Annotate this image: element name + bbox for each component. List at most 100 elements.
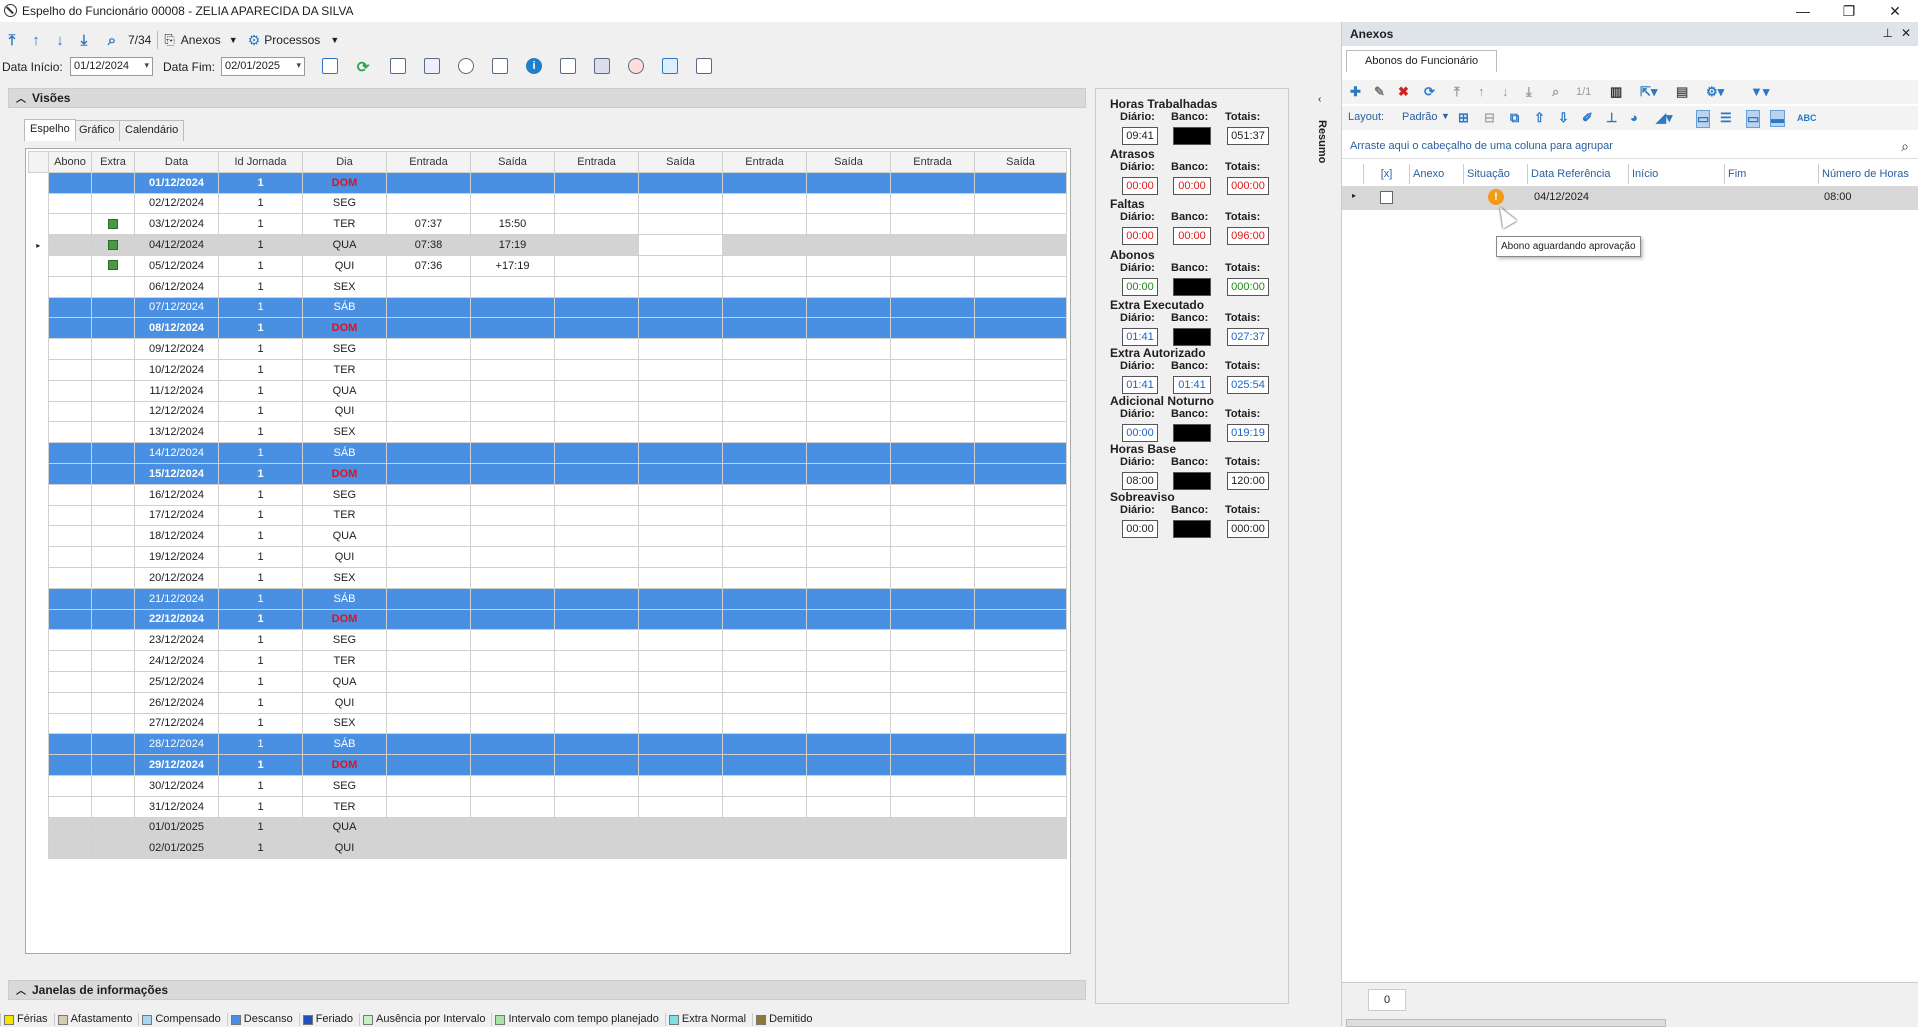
data-cell[interactable]: 18/12/2024	[134, 525, 219, 548]
saida-cell[interactable]	[638, 525, 723, 548]
saida-cell[interactable]	[806, 462, 891, 485]
saida-cell[interactable]	[974, 192, 1067, 215]
jornada-cell[interactable]: 1	[218, 171, 303, 194]
saida-cell[interactable]	[470, 504, 555, 527]
dia-cell[interactable]: QUI	[302, 400, 387, 423]
visoes-group-header[interactable]: ︿ Visões	[8, 88, 1086, 108]
entrada-cell[interactable]	[386, 275, 471, 298]
entrada-cell[interactable]	[890, 504, 975, 527]
extra-cell[interactable]	[91, 691, 135, 714]
column-header[interactable]: Id Jornada	[218, 151, 303, 173]
entrada-cell[interactable]	[554, 774, 639, 797]
extra-cell[interactable]	[91, 650, 135, 672]
saida-cell[interactable]	[974, 421, 1067, 444]
entrada-cell[interactable]	[890, 254, 975, 277]
abono-cell[interactable]	[48, 338, 92, 360]
entrada-cell[interactable]	[722, 192, 807, 215]
extra-cell[interactable]	[91, 462, 135, 485]
entrada-cell[interactable]	[722, 400, 807, 423]
abono-cell[interactable]	[48, 483, 92, 506]
data-cell[interactable]: 21/12/2024	[134, 587, 219, 610]
entrada-cell[interactable]: 07:36	[386, 254, 471, 277]
abono-cell[interactable]	[48, 566, 92, 589]
saida-cell[interactable]	[638, 296, 723, 319]
entrada-cell[interactable]	[722, 483, 807, 506]
close-button[interactable]: ✕	[1872, 0, 1918, 22]
saida-cell[interactable]	[470, 754, 555, 776]
entrada-cell[interactable]	[722, 442, 807, 464]
saida-cell[interactable]	[638, 379, 723, 402]
list-icon[interactable]	[560, 58, 576, 74]
abono-cell[interactable]	[48, 608, 92, 631]
abono-cell[interactable]	[48, 546, 92, 568]
saida-cell[interactable]	[638, 816, 723, 839]
table-row[interactable]: 02/01/2025 1 QUI	[28, 837, 1067, 860]
column-header[interactable]: Saída	[806, 151, 891, 173]
document-settings-icon[interactable]	[696, 58, 712, 74]
column-header[interactable]: Entrada	[722, 151, 807, 173]
data-cell[interactable]: 04/12/2024	[134, 234, 219, 256]
entrada-cell[interactable]	[722, 338, 807, 360]
saida-cell[interactable]	[806, 837, 891, 860]
saida-cell[interactable]	[638, 234, 723, 256]
saida-cell[interactable]	[470, 421, 555, 444]
entrada-cell[interactable]	[722, 837, 807, 860]
entrada-cell[interactable]	[722, 213, 807, 236]
saida-cell[interactable]	[974, 587, 1067, 610]
column-header[interactable]: Saída	[974, 151, 1067, 173]
dia-cell[interactable]: DOM	[302, 462, 387, 485]
extra-cell[interactable]	[91, 629, 135, 652]
table-row[interactable]: 24/12/2024 1 TER	[28, 650, 1067, 672]
saida-cell[interactable]	[974, 462, 1067, 485]
table-row[interactable]: 14/12/2024 1 SÁB	[28, 442, 1067, 464]
link-icon[interactable]: ⧉	[1510, 110, 1519, 126]
data-cell[interactable]: 24/12/2024	[134, 650, 219, 672]
pin-icon[interactable]: ⊥	[1606, 110, 1617, 126]
abono-cell[interactable]	[48, 171, 92, 194]
column-header[interactable]: Número de Horas	[1819, 164, 1918, 184]
jornada-cell[interactable]: 1	[218, 254, 303, 277]
dia-cell[interactable]: QUA	[302, 670, 387, 693]
saida-cell[interactable]	[638, 733, 723, 756]
saida-cell[interactable]	[806, 483, 891, 506]
jornada-cell[interactable]: 1	[218, 504, 303, 527]
saida-cell[interactable]: 15:50	[470, 213, 555, 236]
saida-cell[interactable]	[638, 691, 723, 714]
entrada-cell[interactable]	[554, 525, 639, 548]
entrada-cell[interactable]	[722, 650, 807, 672]
jornada-cell[interactable]: 1	[218, 317, 303, 340]
dia-cell[interactable]: QUA	[302, 379, 387, 402]
entrada-cell[interactable]	[386, 462, 471, 485]
data-fim-input[interactable]: 02/01/2025	[221, 57, 305, 76]
dia-cell[interactable]: QUI	[302, 546, 387, 568]
data-cell[interactable]: 07/12/2024	[134, 296, 219, 319]
abono-cell[interactable]	[48, 670, 92, 693]
tab-abonos-funcionario[interactable]: Abonos do Funcionário	[1346, 50, 1498, 72]
column-header[interactable]: Saída	[638, 151, 723, 173]
abono-cell[interactable]	[48, 192, 92, 215]
entrada-cell[interactable]	[554, 587, 639, 610]
column-header[interactable]: Fim	[1725, 164, 1819, 184]
entrada-cell[interactable]	[722, 171, 807, 194]
entrada-cell[interactable]	[890, 774, 975, 797]
dia-cell[interactable]: QUA	[302, 234, 387, 256]
saida-cell[interactable]	[806, 358, 891, 381]
entrada-cell[interactable]	[554, 358, 639, 381]
entrada-cell[interactable]: 07:37	[386, 213, 471, 236]
entrada-cell[interactable]	[722, 546, 807, 568]
entrada-cell[interactable]	[386, 442, 471, 464]
saida-cell[interactable]	[638, 795, 723, 818]
entrada-cell[interactable]	[722, 691, 807, 714]
entrada-cell[interactable]	[722, 566, 807, 589]
close-icon[interactable]: ✕	[1901, 26, 1911, 40]
saida-cell[interactable]	[974, 837, 1067, 860]
gear-icon[interactable]: ⚙▾	[1706, 84, 1724, 100]
card-icon[interactable]	[594, 58, 610, 74]
columns-icon[interactable]: ▥	[1610, 84, 1622, 100]
table-row[interactable]: 31/12/2024 1 TER	[28, 795, 1067, 818]
saida-cell[interactable]	[470, 317, 555, 340]
entrada-cell[interactable]: 07:38	[386, 234, 471, 256]
entrada-cell[interactable]	[890, 171, 975, 194]
jornada-cell[interactable]: 1	[218, 608, 303, 631]
chevron-up-icon[interactable]: ︿	[16, 982, 26, 997]
